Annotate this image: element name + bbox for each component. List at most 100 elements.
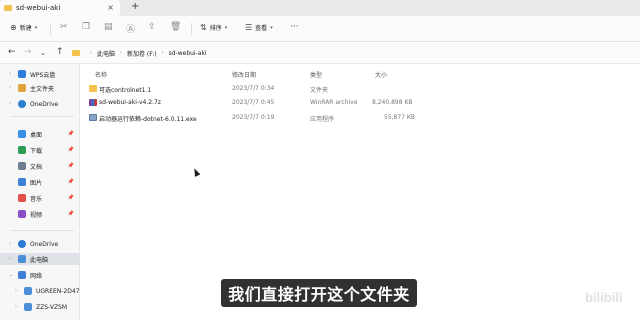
crumb-sd-webui-aki[interactable]: sd-webui-aki [169, 50, 207, 57]
chevron-right-icon[interactable]: › [9, 256, 18, 262]
computer-icon [18, 255, 26, 263]
new-button[interactable]: ⊕ 新建 ▾ [10, 23, 37, 32]
file-row[interactable]: sd-webui-aki-v4.2.7z 2023/7/7 0:45 WinRA… [80, 97, 640, 109]
sidebar-item-desktop[interactable]: 桌面 📌 [0, 128, 80, 140]
column-header-type[interactable]: 类型 [310, 70, 322, 79]
sidebar-item-videos[interactable]: 视频 📌 [0, 208, 80, 220]
sidebar-item-onedrive-2[interactable]: › OneDrive [0, 238, 80, 250]
new-tab-button[interactable]: + [131, 1, 139, 12]
bilibili-watermark: bilibili [585, 290, 623, 305]
paste-icon[interactable]: ▤ [104, 22, 113, 32]
view-button[interactable]: ☰ 查看 ▾ [245, 23, 273, 32]
file-date: 2023/7/7 0:19 [232, 114, 275, 121]
view-label: 查看 [255, 25, 268, 32]
sidebar-item-onedrive[interactable]: › OneDrive [0, 98, 80, 110]
desktop-icon [18, 130, 26, 138]
network-icon [18, 271, 26, 279]
column-header-name[interactable]: 名称 [95, 70, 107, 79]
address-bar: ← → ⌄ ↑ › 此电脑 › 新加卷 (F:) › sd-webui-aki [0, 42, 640, 64]
folder-icon [89, 85, 97, 92]
navigation-pane: › WPS云盘 › 主文件夹 › OneDrive 桌面 📌 下载 📌 文档 📌… [0, 64, 80, 320]
sidebar-item-label: OneDrive [30, 100, 59, 108]
plus-circle-icon: ⊕ [10, 23, 17, 32]
cut-icon[interactable]: ✂ [60, 22, 68, 32]
crumb-this-pc[interactable]: 此电脑 [97, 49, 115, 58]
pin-icon[interactable]: 📌 [68, 195, 74, 201]
sidebar-item-home[interactable]: › 主文件夹 [0, 82, 80, 94]
sidebar-item-documents[interactable]: 文档 📌 [0, 160, 80, 172]
chevron-right-icon[interactable]: › [9, 71, 18, 77]
pin-icon[interactable]: 📌 [68, 211, 74, 217]
onedrive-cloud-icon [18, 100, 26, 108]
sidebar-item-wps-cloud[interactable]: › WPS云盘 [0, 68, 80, 80]
tab-sd-webui-aki[interactable]: sd-webui-aki × [0, 0, 120, 16]
chevron-right-icon[interactable]: › [9, 101, 18, 107]
pin-icon[interactable]: 📌 [68, 131, 74, 137]
view-icon: ☰ [245, 23, 253, 32]
close-tab-icon[interactable]: × [107, 3, 114, 12]
rename-icon[interactable]: Ⓐ [126, 22, 135, 35]
chevron-down-icon[interactable]: ⌄ [9, 272, 18, 278]
sidebar-item-pictures[interactable]: 图片 📌 [0, 176, 80, 188]
file-name: 可选controlnet1.1 [99, 87, 152, 94]
pin-icon[interactable]: 📌 [68, 163, 74, 169]
file-size: 55,877 KB [384, 114, 415, 121]
music-icon [18, 194, 26, 202]
sidebar-item-label: 图片 [30, 179, 43, 187]
title-bar: sd-webui-aki × + [0, 0, 640, 16]
up-arrow-icon[interactable]: ↑ [56, 47, 64, 57]
sort-button[interactable]: ⇅ 排序 ▾ [200, 23, 227, 32]
file-row[interactable]: 可选controlnet1.1 2023/7/7 0:34 文件夹 [80, 83, 640, 95]
sidebar-item-music[interactable]: 音乐 📌 [0, 192, 80, 204]
sidebar-item-downloads[interactable]: 下载 📌 [0, 144, 80, 156]
chevron-right-icon[interactable]: › [9, 85, 18, 91]
exe-icon [89, 114, 97, 121]
folder-icon [4, 5, 12, 11]
file-date: 2023/7/7 0:45 [232, 99, 275, 106]
onedrive-cloud-icon [18, 240, 26, 248]
chevron-right-icon: › [161, 50, 164, 56]
chevron-down-icon: ▾ [224, 24, 228, 31]
pin-icon[interactable]: 📌 [68, 179, 74, 185]
chevron-right-icon[interactable]: › [15, 304, 24, 310]
sidebar-item-label: 文档 [30, 163, 43, 171]
file-size: 8,240,898 KB [372, 99, 413, 106]
file-name: 启动器运行依赖-dotnet-6.0.11.exe [99, 116, 197, 123]
sidebar-item-label: 此电脑 [30, 256, 49, 264]
sidebar-item-label: 网络 [30, 272, 43, 280]
folder-icon [72, 50, 80, 56]
recent-chevron-icon[interactable]: ⌄ [40, 49, 46, 57]
sidebar-item-zzs[interactable]: › ZZS-VZSM [0, 301, 80, 313]
back-arrow-icon[interactable]: ← [8, 47, 16, 57]
download-icon [18, 146, 26, 154]
picture-icon [18, 178, 26, 186]
file-name: sd-webui-aki-v4.2.7z [99, 99, 161, 106]
file-date: 2023/7/7 0:34 [232, 85, 275, 92]
video-icon [18, 210, 26, 218]
sidebar-item-label: 下载 [30, 147, 43, 155]
sidebar-item-label: UGREEN-2D47 [36, 287, 80, 295]
column-header-size[interactable]: 大小 [375, 70, 387, 79]
copy-icon[interactable]: ❐ [82, 22, 90, 32]
chevron-down-icon: ▾ [270, 24, 273, 31]
pin-icon[interactable]: 📌 [68, 147, 74, 153]
crumb-drive-f[interactable]: 新加卷 (F:) [127, 49, 157, 58]
share-icon[interactable]: ⇪ [148, 22, 156, 32]
network-computer-icon [24, 303, 32, 311]
delete-icon[interactable]: 🗑 [170, 22, 181, 32]
archive-icon [89, 99, 97, 106]
tab-title: sd-webui-aki [16, 4, 61, 12]
file-type: 文件夹 [310, 87, 329, 94]
breadcrumb[interactable]: › 此电脑 › 新加卷 (F:) › sd-webui-aki [72, 46, 632, 60]
file-row[interactable]: 启动器运行依赖-dotnet-6.0.11.exe 2023/7/7 0:19 … [80, 112, 640, 124]
sidebar-item-network[interactable]: ⌄ 网络 [0, 269, 80, 281]
chevron-right-icon[interactable]: › [15, 288, 24, 294]
column-header-date[interactable]: 修改日期 [232, 70, 256, 79]
forward-arrow-icon[interactable]: → [24, 47, 32, 57]
chevron-right-icon[interactable]: › [9, 241, 18, 247]
sidebar-item-label: 视频 [30, 211, 43, 219]
chevron-right-icon: › [120, 50, 123, 56]
sidebar-item-this-pc[interactable]: › 此电脑 [0, 253, 80, 265]
sidebar-item-ugreen[interactable]: › UGREEN-2D47 [0, 285, 80, 297]
more-options-button[interactable]: ··· [290, 22, 299, 32]
